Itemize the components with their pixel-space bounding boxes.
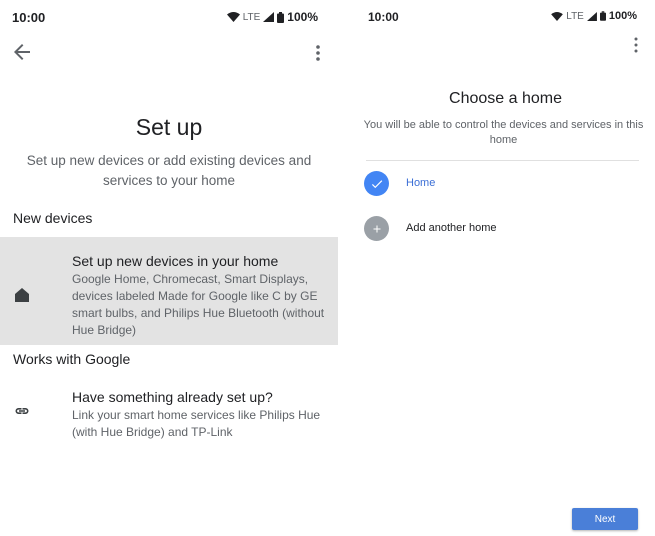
divider [366,160,639,161]
option-setup-new-devices[interactable]: Set up new devices in your home Google H… [0,237,338,345]
page-title: Set up [135,114,203,140]
page-subtitle: Set up new devices or add existing devic… [26,153,312,188]
wifi-icon [551,11,564,21]
home-icon [15,288,29,302]
option-description: Link your smart home services like Phili… [72,408,321,439]
home-label: Add another home [406,222,497,234]
option-text: Set up new devices in your home Google H… [72,252,328,339]
wifi-icon [226,12,240,22]
section-header-new-devices: New devices [13,210,93,226]
battery-percent: 100% [287,10,318,24]
check-icon [371,179,382,188]
home-option-home[interactable]: Home [364,168,645,198]
status-icons: LTE 100% [551,10,637,22]
selected-indicator [364,171,389,196]
status-time: 10:00 [12,10,46,25]
status-time: 10:00 [368,10,399,24]
more-vert-icon[interactable] [626,33,646,57]
home-label: Home [406,177,436,189]
choose-home-screen: 10:00 LTE 100% Choose a home You will be… [356,0,655,536]
signal-icon [263,12,275,22]
next-button[interactable]: Next [572,508,638,530]
network-label: LTE [566,10,584,22]
section-header-works-with-google: Works with Google [13,351,131,367]
status-bar: 10:00 LTE 100% [356,0,655,34]
setup-screen: 10:00 LTE 100% Set up Set up new devices… [0,0,338,536]
page-title: Choose a home [449,90,562,107]
option-title: Set up new devices in your home [72,253,279,269]
option-link-existing-services[interactable]: Have something already set up? Link your… [0,385,338,445]
link-icon [15,408,29,414]
battery-icon [277,11,285,23]
add-indicator [364,216,389,241]
option-description: Google Home, Chromecast, Smart Displays,… [72,272,325,337]
plus-icon [373,225,380,232]
network-label: LTE [242,11,261,23]
option-text: Have something already set up? Link your… [72,388,328,441]
status-bar: 10:00 LTE 100% [0,0,338,34]
option-title: Have something already set up? [72,389,273,405]
status-icons: LTE 100% [226,10,318,24]
more-vert-icon[interactable] [308,41,328,65]
battery-icon [599,11,606,21]
back-arrow-icon[interactable] [10,40,34,64]
page-subtitle: You will be able to control the devices … [363,119,644,146]
add-another-home-option[interactable]: Add another home [364,213,645,243]
signal-icon [586,11,597,21]
battery-percent: 100% [608,10,637,22]
